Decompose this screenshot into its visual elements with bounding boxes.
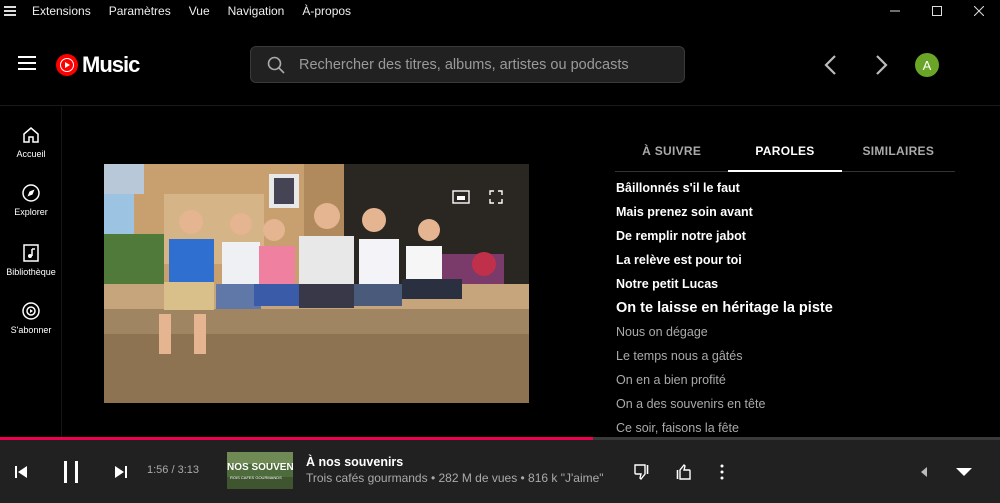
tab-similaires[interactable]: SIMILAIRES	[842, 130, 955, 171]
maximize-icon	[932, 6, 942, 16]
previous-button[interactable]	[8, 440, 34, 503]
compass-icon	[22, 184, 40, 202]
track-title[interactable]: À nos souvenirs	[306, 455, 403, 469]
logo-icon	[56, 54, 78, 76]
window-menubar: Extensions Paramètres Vue Navigation À-p…	[0, 0, 1000, 22]
volume-collapse-button[interactable]	[914, 440, 934, 503]
lyric-line[interactable]: La relève est pour toi	[616, 248, 956, 272]
avatar[interactable]: A	[915, 53, 939, 77]
thumbnail-title-text: NOS SOUVENI	[227, 462, 293, 473]
window-controls	[874, 0, 1000, 22]
track-subtitle[interactable]: Trois cafés gourmands • 282 M de vues • …	[306, 471, 604, 485]
thumbnail-artist-text: ROIS CAFES GOURMANDS	[230, 475, 282, 480]
pause-icon	[64, 460, 78, 483]
skip-next-icon	[115, 465, 127, 478]
track-thumbnail[interactable]: NOS SOUVENI ROIS CAFES GOURMANDS	[227, 452, 293, 489]
lyric-line[interactable]: Notre petit Lucas	[616, 272, 956, 296]
fullscreen-icon[interactable]	[489, 190, 503, 204]
app-menu-icon[interactable]	[4, 4, 20, 18]
menu-navigation[interactable]: Navigation	[228, 4, 285, 18]
youtube-music-logo[interactable]: Music	[56, 52, 140, 78]
minimize-icon	[890, 10, 900, 12]
app-header: Music Rechercher des titres, albums, art…	[0, 22, 1000, 106]
sidebar-toggle-icon[interactable]	[18, 56, 36, 74]
menu-parametres[interactable]: Paramètres	[109, 4, 171, 18]
next-button[interactable]	[108, 440, 134, 503]
lyric-line[interactable]: Le temps nous a gâtés	[616, 344, 956, 368]
back-arrow-icon[interactable]	[822, 53, 840, 77]
playback-time: 1:56 / 3:13	[147, 464, 199, 476]
lyric-line[interactable]: Mais prenez soin avant	[616, 200, 956, 224]
caret-left-icon	[921, 466, 927, 477]
collapse-player-button[interactable]	[950, 440, 978, 503]
sidebar-item-accueil[interactable]: Accueil	[0, 125, 62, 159]
tab-a-suivre[interactable]: À SUIVRE	[615, 130, 728, 171]
logo-text: Music	[82, 52, 140, 77]
search-input[interactable]: Rechercher des titres, albums, artistes …	[250, 46, 685, 83]
lyric-line-current[interactable]: On te laisse en héritage la piste	[616, 296, 956, 320]
close-icon	[974, 6, 984, 16]
lyric-line[interactable]: Bâillonnés s'il le faut	[616, 176, 956, 200]
sidebar-item-label: S'abonner	[10, 325, 52, 335]
skip-previous-icon	[15, 465, 27, 478]
close-button[interactable]	[958, 0, 1000, 22]
subscribe-icon	[22, 302, 40, 320]
menu-a-propos[interactable]: À-propos	[302, 4, 351, 18]
miniplayer-icon[interactable]	[452, 190, 470, 204]
thumbs-down-icon	[634, 463, 649, 480]
caret-down-icon	[956, 467, 972, 476]
thumbs-up-icon	[676, 463, 691, 480]
lyric-line[interactable]: De remplir notre jabot	[616, 224, 956, 248]
sidebar-item-sabonner[interactable]: S'abonner	[0, 301, 62, 335]
sidebar-item-explorer[interactable]: Explorer	[0, 183, 62, 217]
home-icon	[23, 127, 39, 143]
search-icon	[267, 56, 285, 74]
menu-extensions[interactable]: Extensions	[32, 4, 91, 18]
sidebar-item-bibliotheque[interactable]: Bibliothèque	[0, 243, 62, 277]
lyrics-panel: Bâillonnés s'il le faut Mais prenez soin…	[616, 176, 956, 440]
lyric-line[interactable]: On a des souvenirs en tête	[616, 392, 956, 416]
more-vert-icon	[720, 464, 724, 479]
like-button[interactable]	[671, 440, 695, 503]
pause-button[interactable]	[55, 440, 87, 503]
sidebar-item-label: Accueil	[16, 149, 46, 159]
sidebar-item-label: Bibliothèque	[6, 267, 56, 277]
more-options-button[interactable]	[712, 440, 732, 503]
sidebar-item-label: Explorer	[14, 207, 48, 217]
lyric-line[interactable]: On en a bien profité	[616, 368, 956, 392]
player-bar: 1:56 / 3:13 NOS SOUVENI ROIS CAFES GOURM…	[0, 440, 1000, 503]
tab-paroles[interactable]: PAROLES	[728, 130, 842, 172]
search-placeholder: Rechercher des titres, albums, artistes …	[299, 56, 629, 73]
panel-tabs: À SUIVRE PAROLES SIMILAIRES	[615, 130, 955, 172]
library-icon	[23, 244, 39, 262]
dislike-button[interactable]	[630, 440, 654, 503]
sidebar: Accueil Explorer Bibliothèque S'abonner	[0, 107, 62, 437]
minimize-button[interactable]	[874, 0, 916, 22]
lyric-line[interactable]: Nous on dégage	[616, 320, 956, 344]
menu-vue[interactable]: Vue	[189, 4, 210, 18]
maximize-button[interactable]	[916, 0, 958, 22]
forward-arrow-icon[interactable]	[872, 53, 890, 77]
